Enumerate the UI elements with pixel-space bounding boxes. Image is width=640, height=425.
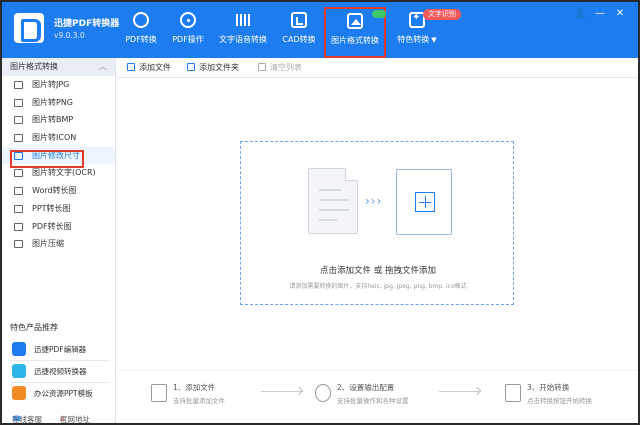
sidebar-item-label: PDF转长图 bbox=[32, 222, 72, 231]
text-icon bbox=[14, 169, 23, 177]
sidebar-item-img-png[interactable]: 图片转PNG bbox=[2, 94, 115, 112]
recommend-label: 迅捷视频转换器 bbox=[34, 366, 87, 377]
close-icon[interactable]: ✕ bbox=[614, 8, 626, 20]
plus-icon bbox=[415, 192, 435, 212]
sidebar-footer: ☎ 在线客服 ⌂ 官网地址 bbox=[2, 406, 116, 424]
pdf-editor-icon bbox=[12, 342, 26, 356]
pdf-icon bbox=[14, 223, 23, 231]
arrow-right-icon: ››› bbox=[365, 194, 382, 208]
step-title: 2、设置输出配置 bbox=[337, 382, 394, 393]
nav-pdf-convert[interactable]: PDF转换 bbox=[120, 8, 162, 54]
start-convert-icon bbox=[505, 384, 521, 402]
word-icon bbox=[14, 187, 23, 195]
ocr-badge[interactable]: 文字识别 bbox=[423, 9, 461, 20]
sidebar-item-img-bmp[interactable]: 图片转BMP bbox=[2, 111, 115, 129]
user-icon[interactable]: 👤 bbox=[574, 8, 586, 20]
ppt-icon bbox=[14, 205, 23, 213]
ppt-template-icon bbox=[12, 386, 26, 400]
sidebar-item-img-compress[interactable]: 图片压缩 bbox=[2, 235, 115, 253]
video-converter-icon bbox=[12, 364, 26, 378]
recommend-ppt-template[interactable]: 办公资源PPT模板 bbox=[10, 384, 114, 402]
sidebar-item-label: Word转长图 bbox=[32, 186, 77, 195]
app-name: 迅捷PDF转换器 bbox=[54, 16, 119, 29]
nav-pdf-operation[interactable]: PDF操作 bbox=[168, 8, 208, 54]
app-window: 迅捷PDF转换器 v9.0.3.0 PDF转换 PDF操作 文字语音转换 CAD… bbox=[0, 0, 640, 425]
image-file-icon bbox=[14, 99, 23, 107]
recommend-label: 办公资源PPT模板 bbox=[34, 388, 93, 399]
add-file-button[interactable]: 添加文件 bbox=[127, 62, 171, 73]
document-icon bbox=[308, 168, 358, 234]
cad-icon bbox=[291, 12, 307, 28]
sidebar-item-word-long[interactable]: Word转长图 bbox=[2, 182, 115, 200]
toolbar: 添加文件 添加文件夹 清空列表 bbox=[117, 58, 638, 78]
sidebar-item-label: PPT转长图 bbox=[32, 204, 71, 213]
sidebar-item-label: 图片转ICON bbox=[32, 133, 76, 142]
sidebar-item-label: 图片转文字(OCR) bbox=[32, 168, 96, 177]
step-desc: 支持批量添加文件 bbox=[173, 395, 225, 405]
divider bbox=[10, 382, 110, 383]
sidebar-header[interactable]: 图片格式转换 ︿ bbox=[2, 58, 115, 76]
top-bar: 迅捷PDF转换器 v9.0.3.0 PDF转换 PDF操作 文字语音转换 CAD… bbox=[2, 2, 638, 58]
step-arrow-icon bbox=[439, 391, 479, 392]
nav-pdf-operation-label: PDF操作 bbox=[168, 34, 208, 45]
image-file-icon bbox=[14, 134, 23, 142]
add-folder-icon bbox=[187, 63, 195, 71]
app-version: v9.0.3.0 bbox=[54, 31, 85, 40]
recommend-video-converter[interactable]: 迅捷视频转换器 bbox=[10, 362, 114, 380]
image-file-icon bbox=[14, 116, 23, 124]
divider bbox=[10, 360, 110, 361]
sidebar-item-ppt-long[interactable]: PPT转长图 bbox=[2, 200, 115, 218]
recommend-label: 迅捷PDF编辑器 bbox=[34, 344, 86, 355]
new-badge bbox=[372, 10, 386, 18]
dropzone-sub-text: 请添加需要转换的图片，支持heic, jpg, jpeg, png, bmp, … bbox=[241, 281, 515, 290]
caret-down-icon: ▼ bbox=[431, 36, 436, 44]
sidebar-item-img-icon[interactable]: 图片转ICON bbox=[2, 129, 115, 147]
steps-bar: 1、添加文件 支持批量添加文件 2、设置输出配置 支持批量操作和各种设置 3、开… bbox=[117, 370, 638, 425]
audio-wave-icon bbox=[235, 12, 251, 28]
nav-cad-convert[interactable]: CAD转换 bbox=[280, 8, 318, 54]
image-icon bbox=[347, 13, 363, 29]
nav-cad-convert-label: CAD转换 bbox=[280, 34, 318, 45]
nav-image-format-label: 图片格式转换 bbox=[326, 35, 384, 46]
step-desc: 点击转换按钮开始转换 bbox=[527, 395, 592, 405]
nav-pdf-convert-label: PDF转换 bbox=[120, 34, 162, 45]
app-logo-icon bbox=[14, 13, 44, 43]
step-title: 3、开始转换 bbox=[527, 382, 569, 393]
chevron-up-icon: ︿ bbox=[99, 58, 107, 76]
recommend-pdf-editor[interactable]: 迅捷PDF编辑器 bbox=[10, 340, 114, 358]
minimize-icon[interactable]: — bbox=[594, 8, 606, 20]
pdf-operation-icon bbox=[180, 12, 196, 28]
add-file-target[interactable] bbox=[396, 169, 452, 235]
add-folder-button[interactable]: 添加文件夹 bbox=[187, 62, 239, 73]
pdf-convert-icon bbox=[133, 12, 149, 28]
step-desc: 支持批量操作和各种设置 bbox=[337, 395, 409, 405]
sidebar-item-label: 图片转BMP bbox=[32, 115, 73, 124]
clear-list-button[interactable]: 清空列表 bbox=[258, 62, 302, 73]
sidebar-item-label: 图片转PNG bbox=[32, 98, 73, 107]
step-title: 1、添加文件 bbox=[173, 382, 215, 393]
recommend-title: 特色产品推荐 bbox=[10, 322, 58, 333]
add-file-icon bbox=[127, 63, 135, 71]
sidebar-header-label: 图片格式转换 bbox=[10, 62, 58, 71]
nav-text-speech[interactable]: 文字语音转换 bbox=[216, 8, 270, 54]
file-drop-zone[interactable]: ››› 点击添加文件 或 拖拽文件添加 请添加需要转换的图片，支持heic, j… bbox=[240, 141, 514, 305]
nav-text-speech-label: 文字语音转换 bbox=[216, 34, 270, 45]
add-file-step-icon bbox=[151, 384, 167, 402]
image-file-icon bbox=[14, 81, 23, 89]
nav-special-convert-label: 特色转换▼ bbox=[392, 34, 442, 45]
sidebar-item-pdf-long[interactable]: PDF转长图 bbox=[2, 218, 115, 236]
sidebar-item-img-jpg[interactable]: 图片转JPG bbox=[2, 76, 115, 94]
sidebar-item-label: 图片转JPG bbox=[32, 80, 69, 89]
gear-icon bbox=[315, 384, 331, 402]
compress-icon bbox=[14, 240, 23, 248]
dropzone-main-text: 点击添加文件 或 拖拽文件添加 bbox=[241, 264, 515, 276]
step-arrow-icon bbox=[261, 391, 301, 392]
sidebar-item-label: 图片压缩 bbox=[32, 239, 64, 248]
trash-icon bbox=[258, 63, 266, 71]
sidebar: 图片格式转换 ︿ 图片转JPG 图片转PNG 图片转BMP 图片转ICON 图片… bbox=[2, 58, 116, 425]
selection-highlight bbox=[10, 150, 84, 168]
